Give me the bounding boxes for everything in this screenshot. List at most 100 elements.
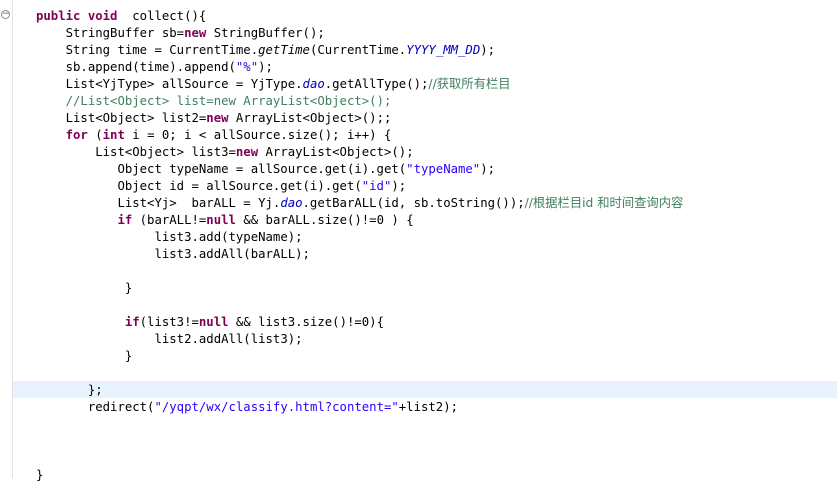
code-token: StringBuffer sb=	[65, 26, 185, 40]
code-line[interactable]: Object id = allSource.get(i).get("id");	[36, 178, 406, 195]
code-token: .getBarALL(id, sb.toString());	[302, 196, 525, 210]
code-token: };	[87, 383, 103, 397]
code-line[interactable]: List<Object> list2=new ArrayList<Object>…	[36, 110, 392, 127]
code-line[interactable]: list3.add(typeName);	[36, 229, 303, 246]
code-token: Object typeName = allSource.get(i).get(	[117, 162, 407, 176]
code-token: public	[36, 9, 81, 23]
code-token: redirect(	[87, 400, 155, 414]
code-token: new	[184, 26, 207, 40]
code-token: List<YjType> allSource = YjType.	[65, 77, 303, 91]
code-token: sb.append(time).append(	[65, 60, 236, 74]
code-line[interactable]: //List<Object> list=new ArrayList<Object…	[36, 93, 392, 110]
fold-collapse-icon[interactable]: −	[1, 10, 10, 19]
code-token: null	[206, 213, 236, 227]
code-token: i = 0; i < allSource.size(); i++) {	[124, 128, 392, 142]
code-token: dao	[280, 196, 303, 210]
code-token: );	[391, 179, 407, 193]
code-token: for	[65, 128, 88, 142]
code-line[interactable]: };	[36, 382, 103, 399]
code-token: String time = CurrentTime.	[65, 43, 259, 57]
code-token: );	[258, 60, 273, 74]
code-token: new	[235, 145, 259, 159]
code-line[interactable]: if (barALL!=null && barALL.size()!=0 ) {	[36, 212, 414, 229]
code-token: //根据栏目id 和时间查询内容	[524, 196, 684, 210]
current-line-highlight	[13, 381, 837, 398]
code-token: null	[198, 315, 229, 329]
code-token: ArrayList<Object>();	[258, 145, 414, 159]
code-line[interactable]: list2.addAll(list3);	[36, 331, 303, 348]
code-token: list3.add(typeName);	[154, 230, 303, 244]
code-token: getTime	[258, 43, 310, 57]
code-token: if	[124, 315, 140, 329]
code-token: }	[124, 349, 133, 363]
code-line[interactable]: redirect("/yqpt/wx/classify.html?content…	[36, 399, 458, 416]
code-line[interactable]: public void collect(){	[36, 8, 206, 25]
code-token: YYYY_MM_DD	[406, 43, 481, 57]
code-line[interactable]: for (int i = 0; i < allSource.size(); i+…	[36, 127, 392, 144]
code-token: (barALL!=	[132, 213, 207, 227]
code-editor[interactable]: − public void collect(){ StringBuffer sb…	[0, 0, 837, 482]
code-token: ArrayList<Object>();;	[228, 111, 392, 125]
editor-gutter: −	[0, 0, 13, 478]
code-token: List<Object> list3=	[95, 145, 236, 159]
code-token: }	[36, 468, 44, 482]
code-token: );	[480, 162, 496, 176]
code-line[interactable]: List<Yj> barALL = Yj.dao.getBarALL(id, s…	[36, 195, 683, 212]
code-token: "%"	[235, 60, 259, 74]
code-token: dao	[302, 77, 325, 91]
code-token: && barALL.size()!=0 ) {	[235, 213, 414, 227]
code-line[interactable]: list3.addAll(barALL);	[36, 246, 310, 263]
code-line[interactable]: String time = CurrentTime.getTime(Curren…	[36, 42, 495, 59]
code-token: "/yqpt/wx/classify.html?content="	[154, 400, 399, 414]
code-line[interactable]: if(list3!=null && list3.size()!=0){	[36, 314, 384, 331]
code-token: (CurrentTime.	[309, 43, 407, 57]
code-token: +list2);	[398, 400, 459, 414]
code-token: new	[206, 111, 229, 125]
code-token: list2.addAll(list3);	[154, 332, 303, 346]
code-line[interactable]: Object typeName = allSource.get(i).get("…	[36, 161, 495, 178]
code-token: collect(){	[117, 9, 207, 23]
code-line[interactable]: List<YjType> allSource = YjType.dao.getA…	[36, 76, 511, 93]
code-line[interactable]: StringBuffer sb=new StringBuffer();	[36, 25, 325, 42]
code-token: List<Yj> barALL = Yj.	[117, 196, 281, 210]
code-token: Object id = allSource.get(i).get(	[117, 179, 362, 193]
code-token: "typeName"	[406, 162, 481, 176]
code-token: && list3.size()!=0){	[228, 315, 384, 329]
code-line[interactable]: }	[36, 467, 43, 484]
code-token: //List<Object> list=new ArrayList<Object…	[65, 94, 392, 108]
code-line[interactable]: sb.append(time).append("%");	[36, 59, 273, 76]
code-token: "id"	[361, 179, 392, 193]
code-line[interactable]: }	[36, 280, 132, 297]
code-token: (list3!=	[139, 315, 199, 329]
code-token: StringBuffer();	[206, 26, 325, 40]
code-line[interactable]: List<Object> list3=new ArrayList<Object>…	[36, 144, 414, 161]
code-token: .getAllType();	[324, 77, 429, 91]
code-token: list3.addAll(barALL);	[154, 247, 310, 261]
code-line[interactable]: }	[36, 348, 132, 365]
code-token: List<Object> list2=	[65, 111, 207, 125]
code-token: void	[87, 9, 118, 23]
code-token: if	[117, 213, 133, 227]
code-token: //获取所有栏目	[428, 77, 511, 91]
